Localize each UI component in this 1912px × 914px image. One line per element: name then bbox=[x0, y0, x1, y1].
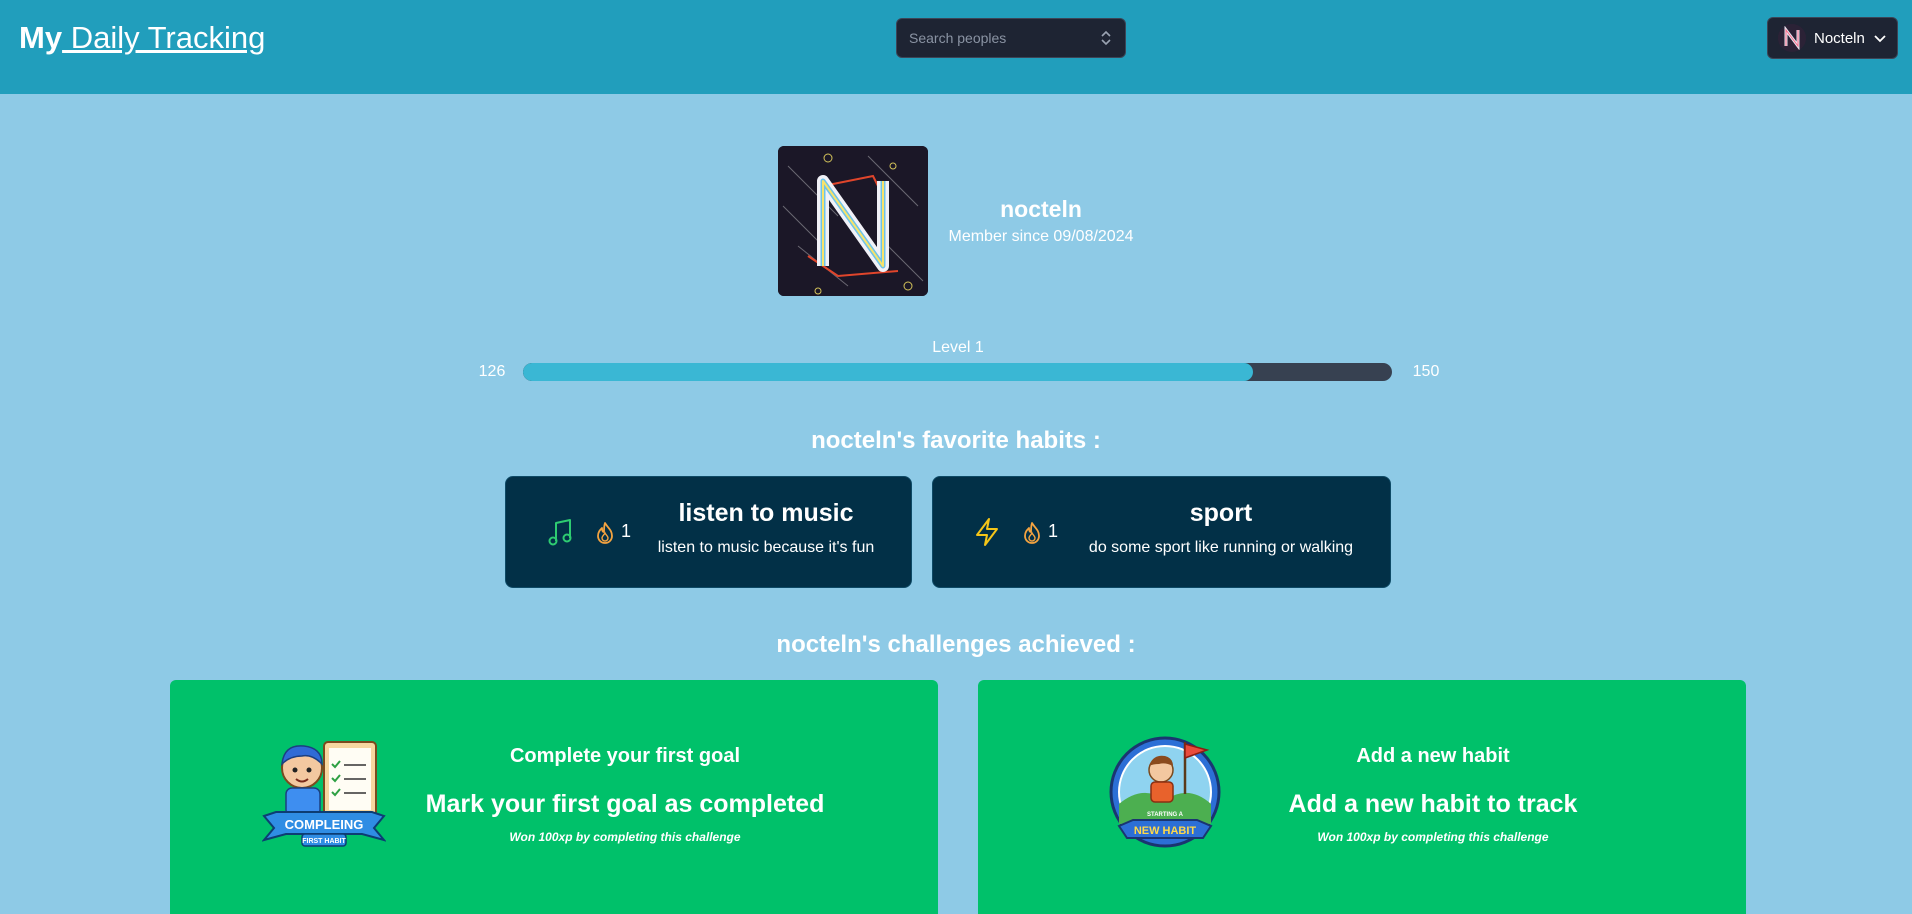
chevron-down-icon bbox=[1874, 35, 1886, 43]
user-menu-name: Nocteln bbox=[1814, 29, 1865, 47]
first-goal-badge-icon: COMPLEING FIRST HABIT bbox=[262, 741, 386, 847]
habit-card-sport[interactable]: 1 sport do some sport like running or wa… bbox=[932, 476, 1391, 588]
up-down-chevron-icon bbox=[1101, 30, 1111, 46]
top-header: My Daily Tracking Nocteln bbox=[0, 0, 1912, 94]
habit-description: do some sport like running or walking bbox=[1088, 539, 1354, 556]
people-search-input[interactable] bbox=[909, 30, 1099, 46]
challenge-subtitle: Add a new habit to track bbox=[1288, 790, 1578, 818]
habit-streak-count: 1 bbox=[1048, 521, 1059, 541]
user-menu-button[interactable]: Nocteln bbox=[1767, 17, 1898, 59]
challenge-reward: Won 100xp by completing this challenge bbox=[1317, 830, 1549, 844]
challenges-achieved-title: nocteln's challenges achieved : bbox=[776, 631, 1136, 658]
xp-current: 126 bbox=[478, 363, 506, 380]
challenge-card-first-goal: COMPLEING FIRST HABIT Complete your firs… bbox=[170, 680, 938, 914]
people-search[interactable] bbox=[896, 18, 1126, 58]
badge-text: NEW HABIT bbox=[1134, 825, 1197, 837]
music-note-icon bbox=[548, 519, 572, 546]
xp-progress-fill bbox=[523, 363, 1253, 381]
habit-title: sport bbox=[1189, 499, 1253, 527]
challenge-title: Add a new habit bbox=[1356, 745, 1510, 767]
challenge-subtitle: Mark your first goal as completed bbox=[425, 790, 825, 818]
profile-username: nocteln bbox=[1000, 196, 1082, 222]
profile-avatar bbox=[778, 146, 928, 296]
streak-flame-icon bbox=[1024, 522, 1040, 544]
brand-daily-tracking: Daily Tracking bbox=[62, 20, 266, 55]
challenge-title: Complete your first goal bbox=[509, 745, 741, 767]
habit-card-music[interactable]: 1 listen to music listen to music becaus… bbox=[505, 476, 912, 588]
challenge-reward: Won 100xp by completing this challenge bbox=[509, 830, 741, 844]
badge-subtext: STARTING A bbox=[1147, 812, 1184, 818]
habit-title: listen to music bbox=[678, 499, 854, 527]
favorite-habits-title: nocteln's favorite habits : bbox=[811, 427, 1101, 454]
xp-progress-bar bbox=[523, 363, 1392, 381]
habit-streak-count: 1 bbox=[621, 521, 632, 541]
streak-flame-icon bbox=[597, 522, 613, 544]
challenge-card-new-habit: NEW HABIT STARTING A Add a new habit Add… bbox=[978, 680, 1746, 914]
app-brand-link[interactable]: My Daily Tracking bbox=[19, 20, 265, 56]
habit-description: listen to music because it's fun bbox=[657, 539, 875, 556]
lightning-icon bbox=[976, 518, 998, 546]
badge-subtext: FIRST HABIT bbox=[302, 838, 346, 845]
xp-next-level: 150 bbox=[1412, 363, 1440, 380]
level-label: Level 1 bbox=[932, 339, 984, 356]
brand-my: My bbox=[19, 20, 63, 55]
user-avatar bbox=[1778, 24, 1806, 52]
badge-text: COMPLEING bbox=[285, 817, 364, 832]
member-since: Member since 09/08/2024 bbox=[948, 228, 1134, 245]
